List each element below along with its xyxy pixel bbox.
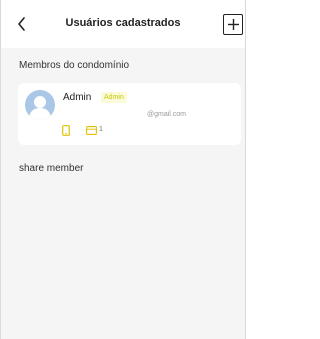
- members-section-title: Membros do condomínio: [19, 60, 130, 71]
- phone-icon: [62, 125, 70, 136]
- member-email: @gmail.com: [146, 111, 186, 118]
- member-card[interactable]: Admin Admin @gmail.com 1: [18, 83, 241, 145]
- card-count: 1: [99, 126, 103, 133]
- plus-icon: [227, 19, 239, 30]
- member-name: Admin: [63, 92, 92, 103]
- share-member-title: share member: [19, 163, 84, 174]
- page-title: Usuários cadastrados: [65, 17, 181, 29]
- add-member-button[interactable]: [223, 14, 243, 35]
- screen: Usuários cadastrados Membros do condomín…: [0, 0, 246, 339]
- back-button[interactable]: [11, 13, 31, 35]
- admin-badge: Admin: [101, 92, 127, 103]
- chevron-left-icon: [17, 17, 25, 31]
- card-icon: [86, 126, 97, 135]
- user-avatar-icon: [25, 90, 55, 120]
- header-bar: Usuários cadastrados: [1, 0, 245, 48]
